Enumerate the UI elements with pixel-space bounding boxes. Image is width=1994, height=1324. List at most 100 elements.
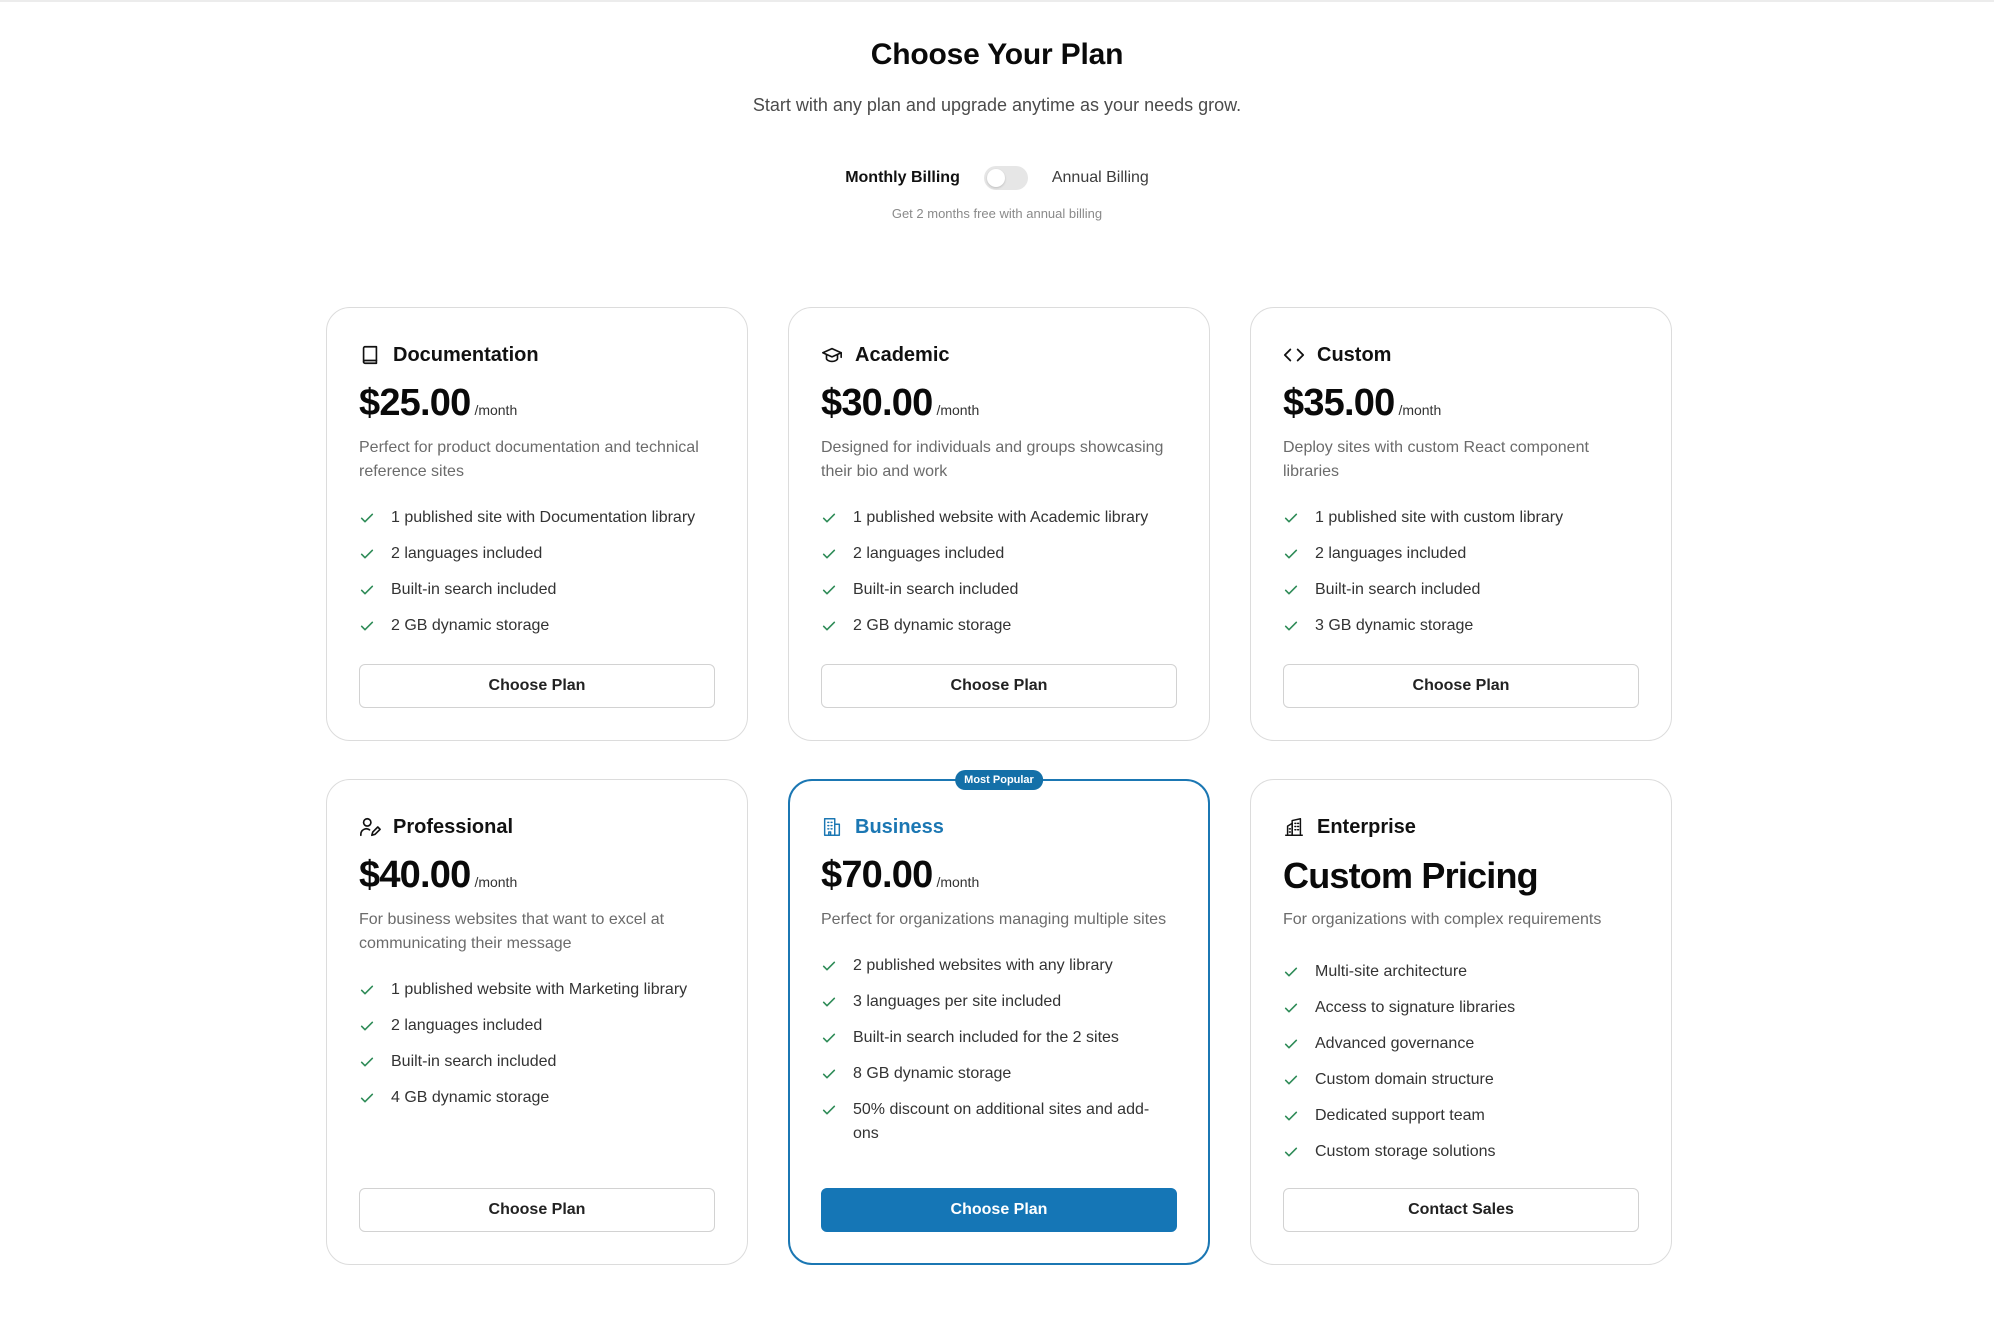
feature-item: Access to signature libraries (1283, 996, 1639, 1020)
plan-name: Custom (1317, 343, 1392, 366)
plan-name: Business (855, 815, 944, 838)
feature-text: Built-in search included (391, 1053, 557, 1070)
price-row: Custom Pricing (1283, 854, 1639, 898)
choose-plan-button[interactable]: Choose Plan (359, 664, 715, 708)
choose-plan-button[interactable]: Choose Plan (821, 664, 1177, 708)
feature-item: Custom domain structure (1283, 1068, 1639, 1092)
building-icon (821, 816, 843, 838)
feature-item: Built-in search included (359, 578, 715, 602)
feature-text: 3 languages per site included (853, 993, 1062, 1010)
pricing-header: Choose Your Plan Start with any plan and… (0, 0, 1994, 221)
feature-item: 2 languages included (821, 542, 1177, 566)
contact-sales-button[interactable]: Contact Sales (1283, 1188, 1639, 1232)
feature-item: 1 published site with Documentation libr… (359, 506, 715, 530)
choose-plan-button[interactable]: Choose Plan (359, 1188, 715, 1232)
feature-text: 8 GB dynamic storage (853, 1065, 1012, 1082)
feature-item: 50% discount on additional sites and add… (821, 1098, 1177, 1146)
feature-text: Built-in search included for the 2 sites (853, 1029, 1119, 1046)
toggle-knob (986, 169, 1005, 187)
plan-header: Business (821, 814, 1177, 840)
plan-name: Academic (855, 343, 950, 366)
feature-text: 2 published websites with any library (853, 957, 1113, 974)
most-popular-badge: Most Popular (955, 770, 1043, 790)
check-icon (1283, 996, 1301, 1020)
check-icon (821, 1062, 839, 1086)
monthly-billing-label[interactable]: Monthly Billing (845, 169, 960, 187)
feature-item: Dedicated support team (1283, 1104, 1639, 1128)
plan-description: For business websites that want to excel… (359, 911, 665, 952)
book-icon (359, 344, 381, 366)
feature-text: 2 languages included (1315, 545, 1467, 562)
plan-header: Custom (1283, 342, 1639, 368)
feature-list: 2 published websites with any library 3 … (821, 954, 1177, 1158)
feature-item: 1 published website with Academic librar… (821, 506, 1177, 530)
price-row: $30.00 /month (821, 382, 1177, 426)
price-period: /month (474, 874, 518, 890)
price-row: $25.00 /month (359, 382, 715, 426)
plan-description: Perfect for product documentation and te… (359, 439, 699, 480)
annual-billing-label[interactable]: Annual Billing (1052, 169, 1149, 187)
feature-text: 3 GB dynamic storage (1315, 617, 1474, 634)
check-icon (359, 1014, 377, 1038)
check-icon (359, 978, 377, 1002)
price-period: /month (474, 402, 518, 418)
feature-item: 2 GB dynamic storage (359, 614, 715, 638)
plan-price: $25.00 (359, 382, 471, 424)
plan-description: For organizations with complex requireme… (1283, 911, 1602, 928)
plan-card-academic: Academic $30.00 /month Designed for indi… (788, 307, 1210, 741)
feature-item: Built-in search included (359, 1050, 715, 1074)
feature-text: 1 published site with custom library (1315, 509, 1564, 526)
feature-item: 1 published site with custom library (1283, 506, 1639, 530)
check-icon (1283, 578, 1301, 602)
feature-text: Advanced governance (1315, 1035, 1475, 1052)
plan-price: $70.00 (821, 854, 933, 896)
price-period: /month (1398, 402, 1442, 418)
price-row: $70.00 /month (821, 854, 1177, 898)
feature-list: Multi-site architecture Access to signat… (1283, 960, 1639, 1176)
feature-list: 1 published site with Documentation libr… (359, 506, 715, 650)
check-icon (1283, 614, 1301, 638)
plan-card-custom: Custom $35.00 /month Deploy sites with c… (1250, 307, 1672, 741)
price-row: $40.00 /month (359, 854, 715, 898)
plan-card-professional: Professional $40.00 /month For business … (326, 779, 748, 1265)
plans-grid: Documentation $25.00 /month Perfect for … (326, 307, 1672, 1265)
feature-text: Custom storage solutions (1315, 1143, 1496, 1160)
check-icon (1283, 1032, 1301, 1056)
price-row: $35.00 /month (1283, 382, 1639, 426)
check-icon (821, 954, 839, 978)
feature-item: Custom storage solutions (1283, 1140, 1639, 1164)
feature-text: 2 GB dynamic storage (853, 617, 1012, 634)
check-icon (359, 1086, 377, 1110)
feature-text: Multi-site architecture (1315, 963, 1468, 980)
graduation-cap-icon (821, 344, 843, 366)
plan-header: Professional (359, 814, 715, 840)
price-period: /month (936, 874, 980, 890)
choose-plan-button[interactable]: Choose Plan (1283, 664, 1639, 708)
feature-item: 2 published websites with any library (821, 954, 1177, 978)
feature-item: 2 languages included (359, 542, 715, 566)
billing-toggle[interactable] (983, 166, 1028, 190)
feature-text: Built-in search included (853, 581, 1019, 598)
choose-plan-button[interactable]: Choose Plan (821, 1188, 1177, 1232)
buildings-icon (1283, 816, 1305, 838)
feature-item: 3 GB dynamic storage (1283, 614, 1639, 638)
plan-price: $40.00 (359, 854, 471, 896)
check-icon (1283, 1104, 1301, 1128)
feature-text: 2 languages included (391, 545, 543, 562)
plan-name: Documentation (393, 343, 539, 366)
feature-text: 2 GB dynamic storage (391, 617, 550, 634)
code-icon (1283, 344, 1305, 366)
billing-note: Get 2 months free with annual billing (891, 206, 1103, 221)
feature-item: 2 GB dynamic storage (821, 614, 1177, 638)
check-icon (821, 542, 839, 566)
check-icon (359, 542, 377, 566)
feature-text: 2 languages included (853, 545, 1005, 562)
plan-card-business: Most Popular Business $70.00 /month Perf… (788, 770, 1210, 1265)
price-period: /month (936, 402, 980, 418)
plan-description: Perfect for organizations managing multi… (821, 911, 1167, 928)
billing-switch: Monthly Billing Annual Billing (0, 164, 1994, 192)
check-icon (1283, 1068, 1301, 1092)
feature-item: 8 GB dynamic storage (821, 1062, 1177, 1086)
feature-item: Built-in search included (1283, 578, 1639, 602)
check-icon (359, 506, 377, 530)
